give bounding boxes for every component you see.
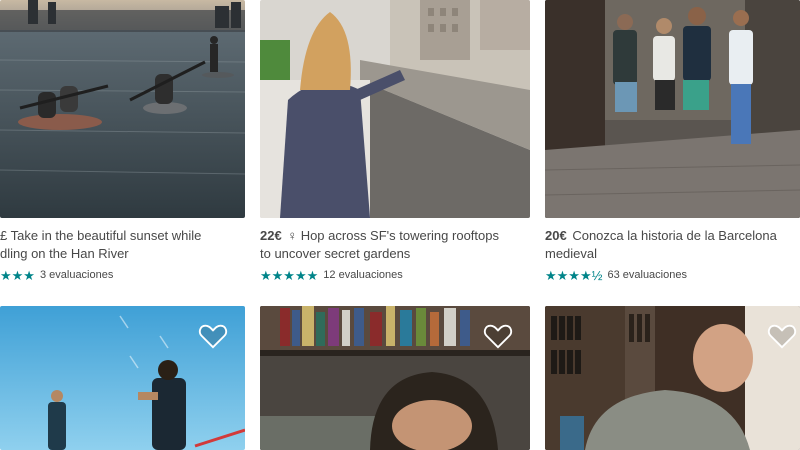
listing-card-bookshelf[interactable] [260, 306, 530, 450]
listing-card-han-river[interactable]: £ Take in the beautiful sunset while dli… [0, 0, 245, 290]
listing-title-text: £ Take in the beautiful sunset while [0, 228, 202, 243]
listing-title-text-cont: to uncover secret gardens [260, 246, 411, 261]
listing-price: 22€ [260, 228, 282, 243]
wishlist-button[interactable] [483, 322, 513, 350]
experiences-grid: £ Take in the beautiful sunset while dli… [0, 0, 800, 450]
heart-outline-icon [767, 324, 797, 349]
listing-photo-kayaks[interactable] [0, 0, 245, 218]
listing-rating: ★★★ 3 evaluaciones [0, 267, 113, 283]
listing-title-line1[interactable]: £ Take in the beautiful sunset while [0, 227, 245, 245]
listing-rating: ★★★★½ 63 evaluaciones [545, 267, 687, 283]
listing-title-line2[interactable]: to uncover secret gardens [260, 245, 530, 263]
star-icon: ★★★★½ [545, 267, 603, 283]
review-count: 12 evaluaciones [323, 269, 403, 281]
listing-rating: ★★★★★ 12 evaluaciones [260, 267, 403, 283]
heart-outline-icon [483, 324, 513, 349]
listing-title-line1[interactable]: 20€ Conozca la historia de la Barcelona [545, 227, 800, 245]
listing-photo-barcelona[interactable] [545, 0, 800, 218]
star-icon: ★★★★★ [260, 267, 319, 283]
listing-card-barcelona[interactable]: 20€ Conozca la historia de la Barcelona … [545, 0, 800, 290]
wishlist-button[interactable] [198, 322, 228, 350]
review-count: 3 evaluaciones [39, 269, 114, 281]
listing-card-seaside[interactable] [0, 306, 245, 450]
star-icon: ★★★ [0, 267, 35, 283]
listing-title-line2[interactable]: dling on the Han River [0, 245, 245, 263]
listing-title-line1[interactable]: 22€ ♀ Hop across SF's towering rooftops [260, 227, 530, 245]
listing-photo-rooftop[interactable] [260, 0, 530, 218]
listing-card-sf-rooftops[interactable]: 22€ ♀ Hop across SF's towering rooftops … [260, 0, 530, 290]
listing-price: 20€ [545, 228, 567, 243]
listing-photo-wine[interactable] [545, 306, 800, 450]
listing-title-text: ♀ Hop across SF's towering rooftops [287, 228, 499, 243]
listing-title-line2[interactable]: medieval [545, 245, 800, 263]
listing-title-text-cont: medieval [545, 246, 598, 261]
listing-card-wine[interactable] [545, 306, 800, 450]
listing-title-text-cont: dling on the Han River [0, 246, 129, 261]
review-count: 63 evaluaciones [607, 269, 687, 281]
wishlist-button[interactable] [767, 322, 797, 350]
heart-outline-icon [198, 324, 228, 349]
listing-title-text: Conozca la historia de la Barcelona [572, 228, 777, 243]
